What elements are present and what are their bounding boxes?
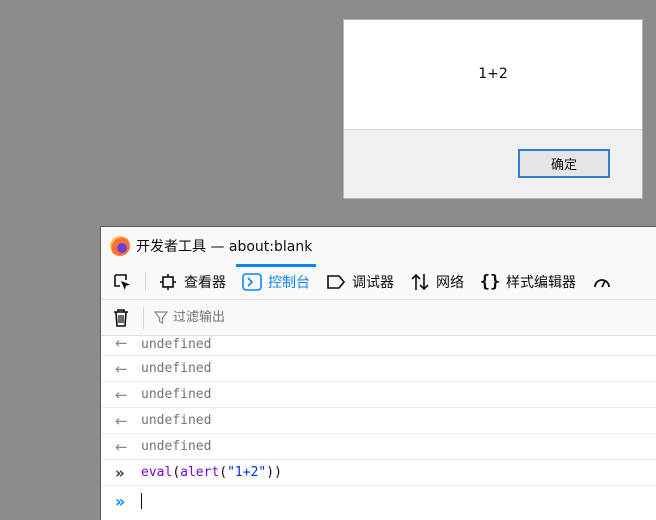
console-icon [242, 272, 262, 292]
text-caret [141, 493, 142, 509]
prompt-chevron-icon: » [115, 491, 126, 511]
result-value: undefined [141, 387, 212, 402]
filter-output-input[interactable] [173, 310, 373, 325]
tab-label: 查看器 [184, 274, 226, 291]
ok-button[interactable]: 确定 [518, 149, 610, 178]
result-value: undefined [141, 439, 212, 454]
command-fn-eval: eval [141, 465, 173, 480]
console-output: ← undefined ← undefined ← undefined ← un… [101, 337, 656, 520]
command-fn-alert: alert [180, 465, 220, 480]
filter-divider [143, 306, 144, 329]
firefox-logo-icon [110, 235, 130, 256]
result-value: undefined [141, 337, 212, 352]
element-picker-icon[interactable] [109, 264, 135, 299]
style-editor-icon: {} [479, 271, 501, 292]
result-value: undefined [141, 413, 212, 428]
command-chevron-icon: » [115, 463, 125, 482]
console-result-row: ← undefined [101, 356, 656, 382]
result-arrow-icon: ← [115, 337, 128, 352]
clear-console-icon[interactable] [111, 308, 131, 328]
command-text: eval(alert("1+2")) [141, 465, 282, 480]
title-bar: 开发者工具 — about:blank [101, 227, 656, 264]
result-arrow-icon: ← [115, 411, 128, 430]
result-arrow-icon: ← [115, 359, 128, 378]
network-icon [410, 272, 430, 292]
console-result-row: ← undefined [101, 337, 656, 356]
console-command-row: » eval(alert("1+2")) [101, 460, 656, 486]
alert-footer: 确定 [344, 129, 642, 198]
tab-label: 网络 [436, 274, 464, 291]
performance-icon [592, 272, 612, 292]
console-result-row: ← undefined [101, 434, 656, 460]
tab-style-editor[interactable]: {} 样式编辑器 [474, 264, 582, 299]
result-arrow-icon: ← [115, 385, 128, 404]
alert-message: 1+2 [478, 66, 508, 82]
tab-label: 调试器 [352, 274, 394, 291]
toolbar-divider [145, 272, 146, 291]
console-result-row: ← undefined [101, 382, 656, 408]
console-filter-bar [101, 300, 656, 336]
console-input[interactable]: » [101, 486, 656, 516]
tab-inspector[interactable]: 查看器 [152, 264, 232, 299]
filter-icon [154, 310, 168, 325]
window-title: 开发者工具 — about:blank [136, 238, 313, 255]
tab-debugger[interactable]: 调试器 [320, 264, 400, 299]
tab-console[interactable]: 控制台 [236, 264, 316, 299]
command-string: "1+2" [227, 465, 267, 480]
tab-label: 控制台 [268, 274, 310, 291]
inspector-icon [158, 272, 178, 292]
result-arrow-icon: ← [115, 437, 128, 456]
tab-network[interactable]: 网络 [404, 264, 470, 299]
alert-dialog: 1+2 确定 [343, 19, 643, 199]
result-value: undefined [141, 361, 212, 376]
devtools-window: 开发者工具 — about:blank 查看器 控制台 调试器 网络 {} 样式… [100, 226, 656, 520]
devtools-toolbar: 查看器 控制台 调试器 网络 {} 样式编辑器 [101, 264, 656, 300]
tab-performance[interactable] [586, 264, 624, 299]
debugger-icon [326, 272, 346, 292]
tab-label: 样式编辑器 [506, 274, 576, 291]
console-result-row: ← undefined [101, 408, 656, 434]
